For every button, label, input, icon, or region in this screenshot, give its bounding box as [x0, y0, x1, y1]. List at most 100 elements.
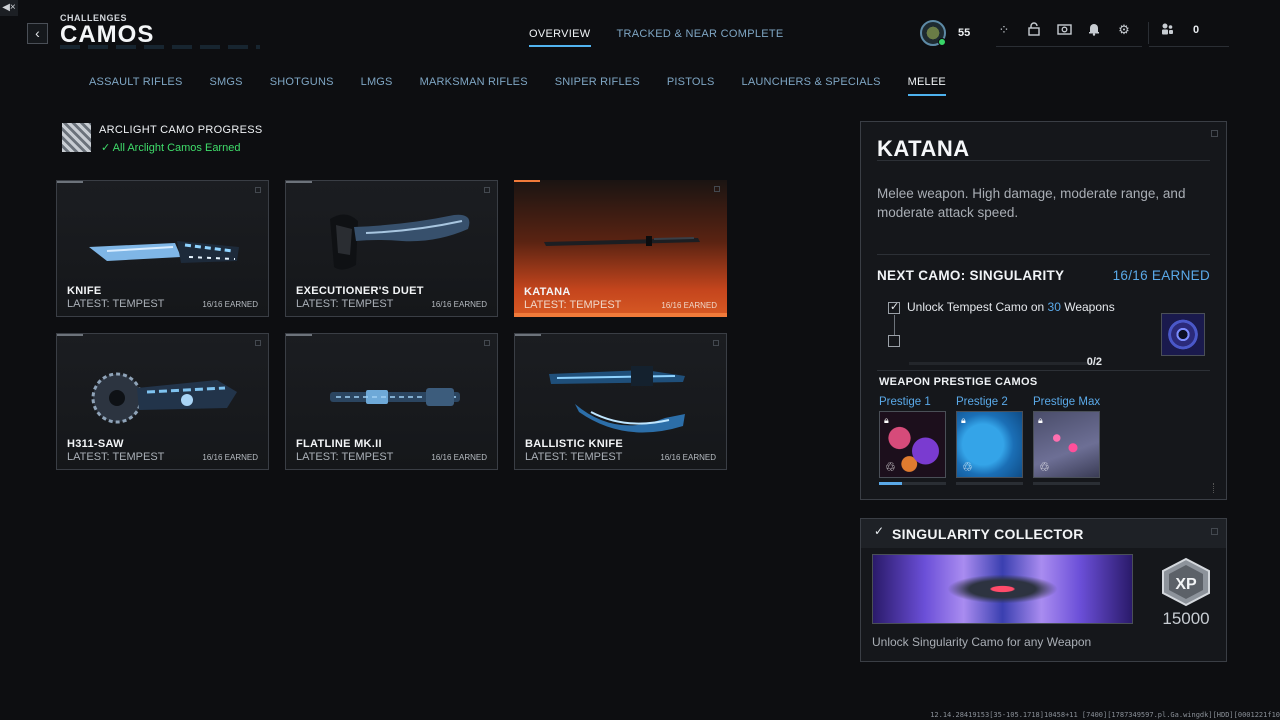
lock-icon: 🔒︎: [1038, 415, 1043, 425]
prestige-progress-bar: [1033, 482, 1100, 485]
ballistic-knife-icon: [549, 366, 685, 433]
card-pin-icon: [484, 187, 490, 193]
detail-divider: [877, 160, 1210, 161]
card-pin-icon: [255, 187, 261, 193]
weapon-name: KATANA: [524, 286, 571, 298]
weapon-name: FLATLINE MK.II: [296, 438, 382, 450]
arclight-progress-title: ARCLIGHT CAMO PROGRESS: [99, 124, 263, 136]
tab-assault-rifles[interactable]: ASSAULT RIFLES: [89, 76, 182, 96]
grid-icon[interactable]: ⁘: [996, 22, 1012, 38]
task-connector: [894, 315, 895, 335]
tab-lmgs[interactable]: LMGS: [361, 76, 393, 96]
task-progress-count: 0/2: [1086, 356, 1102, 368]
weapon-latest-camo: LATEST: TEMPEST: [525, 451, 623, 463]
tab-overview[interactable]: OVERVIEW: [529, 28, 591, 47]
panel-scroll-handle[interactable]: [1213, 483, 1218, 493]
weapon-card-knife[interactable]: KNIFE LATEST: TEMPEST 16/16 EARNED: [56, 180, 269, 317]
weapon-card-katana[interactable]: KATANA LATEST: TEMPEST 16/16 EARNED: [514, 180, 727, 317]
katana-icon: [544, 236, 700, 246]
back-button[interactable]: ‹: [27, 23, 48, 44]
prestige-camo-preview: 🔒︎ ♲: [956, 411, 1023, 478]
mute-icon[interactable]: ◀×: [0, 0, 18, 16]
tab-launchers-specials[interactable]: LAUNCHERS & SPECIALS: [742, 76, 881, 96]
baton-icon: [330, 388, 460, 406]
weapon-detail-panel: KATANA Melee weapon. High damage, modera…: [860, 121, 1227, 500]
card-pin-icon: [484, 340, 490, 346]
weapon-earned-count: 16/16 EARNED: [431, 453, 487, 462]
prestige-camo-preview: 🔒︎ ♲: [1033, 411, 1100, 478]
tab-smgs[interactable]: SMGS: [209, 76, 242, 96]
task-text-prefix: Unlock Tempest Camo on: [907, 300, 1048, 314]
card-pin-icon: [255, 340, 261, 346]
singularity-camo-thumbnail[interactable]: [1161, 313, 1205, 356]
weapon-card-ballistic-knife[interactable]: BALLISTIC KNIFE LATEST: TEMPEST 16/16 EA…: [514, 333, 727, 470]
card-corner-accent: [286, 181, 312, 183]
weapon-earned-count: 16/16 EARNED: [660, 453, 716, 462]
check-icon: ✓: [101, 142, 113, 154]
prestige-label: Prestige 2: [956, 396, 1008, 408]
xp-reward-amount: 15000: [1162, 609, 1210, 628]
weapon-latest-camo: LATEST: TEMPEST: [67, 298, 165, 310]
gear-icon[interactable]: ⚙: [1116, 22, 1132, 38]
player-level: 55: [958, 26, 971, 39]
tab-marksman-rifles[interactable]: MARKSMAN RIFLES: [420, 76, 528, 96]
top-tabs: OVERVIEW TRACKED & NEAR COMPLETE: [529, 28, 784, 47]
task-count: 30: [1047, 300, 1061, 314]
card-corner-accent: [57, 334, 83, 336]
lock-icon: 🔒︎: [961, 415, 966, 425]
prestige-camo-max[interactable]: Prestige Max 🔒︎ ♲: [1033, 396, 1101, 485]
xp-badge-label: XP: [1175, 576, 1197, 593]
axe-icon: [330, 214, 470, 270]
knife-icon: [89, 241, 239, 263]
task-checkbox-unchecked: [888, 335, 900, 347]
prestige-progress-bar: [879, 482, 946, 485]
camera-icon[interactable]: [1056, 22, 1072, 38]
weapon-name: BALLISTIC KNIFE: [525, 438, 623, 450]
padlock-icon[interactable]: [1026, 22, 1042, 38]
prestige-progress-fill: [879, 482, 903, 485]
tab-shotguns[interactable]: SHOTGUNS: [270, 76, 334, 96]
tab-sniper-rifles[interactable]: SNIPER RIFLES: [555, 76, 640, 96]
arclight-camo-thumbnail: [62, 123, 91, 152]
prestige-camo-2[interactable]: Prestige 2 🔒︎ ♲: [956, 396, 1024, 485]
lock-icon: 🔒︎: [884, 415, 889, 425]
weapon-card-h311-saw[interactable]: H311-SAW LATEST: TEMPEST 16/16 EARNED: [56, 333, 269, 470]
card-corner-accent: [514, 180, 540, 182]
title-decoration: [60, 45, 260, 49]
friends-widget[interactable]: 0: [1149, 18, 1230, 47]
detail-divider: [877, 370, 1210, 371]
weapon-earned-count: 16/16 EARNED: [202, 300, 258, 309]
build-version-string: 12.14.28419153[35-105.1718]10458+11 [740…: [930, 711, 1280, 719]
collector-description: Unlock Singularity Camo for any Weapon: [872, 635, 1092, 649]
weapon-earned-count: 16/16 EARNED: [202, 453, 258, 462]
weapon-category-tabs: ASSAULT RIFLES SMGS SHOTGUNS LMGS MARKSM…: [89, 76, 946, 96]
task-checkbox-checked: [888, 300, 900, 314]
prestige-label: Prestige Max: [1033, 396, 1101, 408]
detail-description: Melee weapon. High damage, moderate rang…: [877, 186, 1186, 220]
bell-icon[interactable]: [1086, 22, 1102, 38]
tab-tracked-near-complete[interactable]: TRACKED & NEAR COMPLETE: [617, 28, 784, 47]
card-pin-icon: [713, 340, 719, 346]
xp-badge-icon: XP: [1162, 557, 1210, 607]
weapon-latest-camo: LATEST: TEMPEST: [67, 451, 165, 463]
player-avatar[interactable]: [920, 19, 946, 46]
panel-pin-icon: [1211, 528, 1218, 535]
weapon-card-executioners-duet[interactable]: EXECUTIONER'S DUET LATEST: TEMPEST 16/16…: [285, 180, 498, 317]
prestige-progress-bar: [956, 482, 1023, 485]
task-text-suffix: Weapons: [1060, 300, 1115, 314]
detail-weapon-title: KATANA: [877, 136, 970, 161]
hud-icon-bar: ⁘ ⚙: [996, 18, 1142, 47]
detail-divider: [877, 254, 1210, 255]
card-corner-accent: [57, 181, 83, 183]
collector-title: SINGULARITY COLLECTOR: [892, 526, 1084, 542]
prestige-label: Prestige 1: [879, 396, 931, 408]
tab-melee[interactable]: MELEE: [907, 76, 946, 96]
task-progress-bar: [909, 362, 1096, 365]
prestige-camo-1[interactable]: Prestige 1 🔒︎ ♲: [879, 396, 947, 485]
prestige-camos-title: WEAPON PRESTIGE CAMOS: [879, 376, 1038, 388]
weapon-card-flatline-mk2[interactable]: FLATLINE MK.II LATEST: TEMPEST 16/16 EAR…: [285, 333, 498, 470]
weapon-name: KNIFE: [67, 285, 102, 297]
weapon-earned-count: 16/16 EARNED: [661, 301, 717, 310]
online-status-dot: [938, 37, 946, 46]
tab-pistols[interactable]: PISTOLS: [667, 76, 715, 96]
